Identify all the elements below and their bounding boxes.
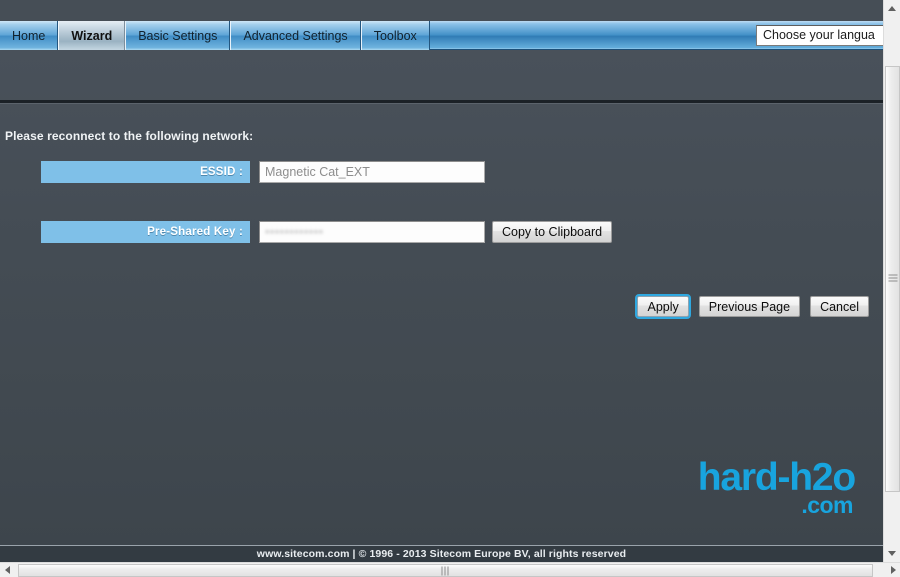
page-footer: www.sitecom.com | © 1996 - 2013 Sitecom … — [0, 545, 883, 562]
chevron-left-icon — [4, 566, 10, 574]
chevron-right-icon — [890, 566, 896, 574]
preshared-key-label: Pre-Shared Key : — [41, 221, 250, 243]
page-top-strip — [0, 0, 883, 21]
essid-input-value: Magnetic Cat_EXT — [265, 165, 370, 179]
tab-wizard-label: Wizard — [71, 28, 113, 43]
router-admin-page: Home Wizard Basic Settings Advanced Sett… — [0, 0, 883, 562]
tab-advanced-settings[interactable]: Advanced Settings — [230, 21, 361, 50]
form-row-preshared-key: Pre-Shared Key : •••••••••••• — [41, 221, 485, 243]
copy-to-clipboard-label: Copy to Clipboard — [502, 225, 603, 239]
tab-home-label: Home — [12, 28, 46, 43]
essid-input[interactable]: Magnetic Cat_EXT — [259, 161, 485, 183]
preshared-key-input-value: •••••••••••• — [265, 225, 324, 239]
content-area: Please reconnect to the following networ… — [0, 50, 883, 545]
previous-page-button[interactable]: Previous Page — [698, 296, 801, 317]
tab-wizard[interactable]: Wizard — [58, 21, 126, 50]
main-navigation-bar: Home Wizard Basic Settings Advanced Sett… — [0, 21, 883, 50]
footer-copyright-text: www.sitecom.com | © 1996 - 2013 Sitecom … — [256, 548, 627, 560]
chevron-up-icon — [888, 6, 896, 11]
hard-h2o-watermark-logo: hard-h2o .com — [698, 458, 856, 517]
apply-button-label: Apply — [647, 299, 679, 314]
tab-toolbox-label: Toolbox — [373, 28, 417, 43]
scroll-left-button[interactable] — [0, 563, 14, 577]
scrollbar-grip-icon — [888, 274, 897, 284]
scroll-right-button[interactable] — [886, 563, 900, 577]
instruction-text: Please reconnect to the following networ… — [5, 129, 254, 143]
tab-home[interactable]: Home — [0, 21, 59, 50]
tab-basic-settings-label: Basic Settings — [138, 28, 218, 43]
essid-label: ESSID : — [41, 161, 250, 183]
language-select-value: Choose your langua — [763, 28, 875, 42]
chevron-down-icon — [888, 551, 896, 556]
scroll-down-button[interactable] — [884, 545, 900, 562]
apply-button[interactable]: Apply — [635, 294, 691, 319]
previous-page-button-label: Previous Page — [708, 299, 791, 314]
action-button-group: Apply Previous Page Cancel — [635, 294, 869, 319]
cancel-button-label: Cancel — [820, 299, 859, 314]
form-row-essid: ESSID : Magnetic Cat_EXT — [41, 161, 485, 183]
section-divider — [0, 100, 883, 104]
tab-toolbox[interactable]: Toolbox — [360, 21, 430, 50]
scroll-up-button[interactable] — [884, 0, 900, 17]
browser-viewport: Home Wizard Basic Settings Advanced Sett… — [0, 0, 900, 577]
language-select[interactable]: Choose your langua — [756, 25, 883, 46]
horizontal-scrollbar-thumb[interactable] — [18, 564, 873, 577]
nav-tab-list: Home Wizard Basic Settings Advanced Sett… — [0, 21, 430, 50]
vertical-scrollbar-thumb[interactable] — [885, 66, 900, 492]
vertical-scrollbar[interactable] — [883, 0, 900, 562]
tab-advanced-settings-label: Advanced Settings — [243, 28, 348, 43]
copy-to-clipboard-button[interactable]: Copy to Clipboard — [492, 221, 613, 243]
scrollbar-grip-horizontal-icon — [441, 566, 450, 575]
cancel-button[interactable]: Cancel — [810, 296, 869, 317]
preshared-key-input[interactable]: •••••••••••• — [259, 221, 485, 243]
horizontal-scrollbar[interactable] — [0, 562, 900, 577]
tab-basic-settings[interactable]: Basic Settings — [125, 21, 231, 50]
language-select-container: Choose your langua — [748, 25, 883, 46]
